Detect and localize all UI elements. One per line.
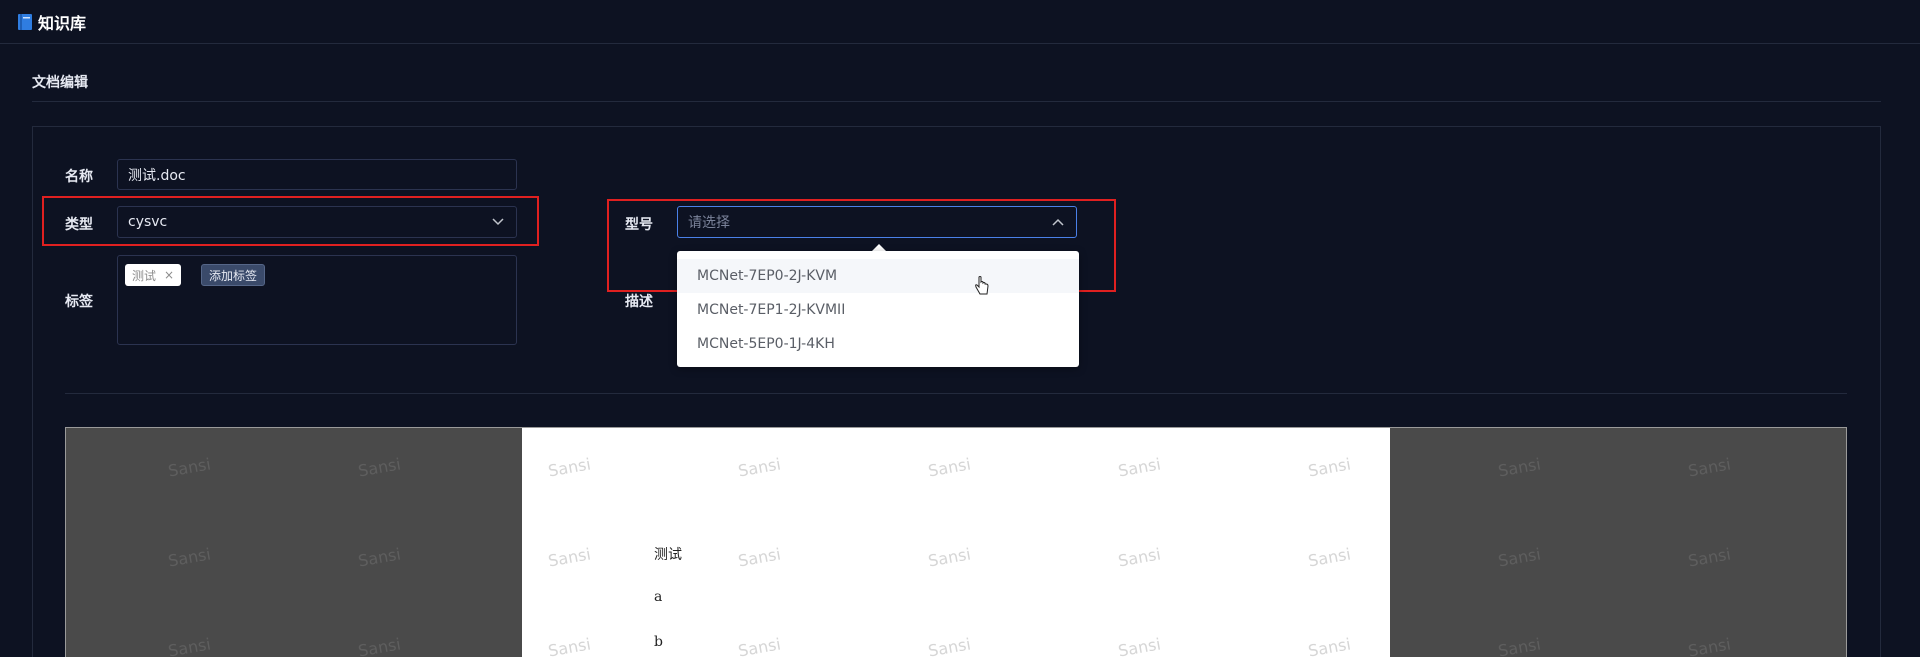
chevron-down-icon [492,218,504,226]
watermark: Sansi [166,634,213,657]
watermark: Sansi [1496,634,1543,657]
watermark: Sansi [166,544,213,571]
model-select[interactable]: 请选择 [677,206,1077,238]
tag-label: 测试 [132,268,157,283]
document-text-line: b [654,634,663,650]
name-label: 名称 [65,169,93,185]
name-input[interactable]: 测试.doc [117,159,517,190]
watermark: Sansi [1686,634,1733,657]
close-icon[interactable]: × [164,268,174,282]
tag-item: 测试 × [125,264,182,286]
app-title: 知识库 [38,13,87,33]
hand-cursor-icon [975,276,989,295]
chevron-up-icon [1052,218,1064,226]
model-option[interactable]: MCNet-7EP1-2J-KVMII [677,293,1079,327]
model-option[interactable]: MCNet-7EP0-2J-KVM [677,259,1079,293]
section-divider [32,101,1881,102]
model-dropdown: MCNet-7EP0-2J-KVM MCNet-7EP1-2J-KVMII MC… [677,251,1079,367]
watermark: Sansi [356,544,403,571]
document-text-line: 测试 [654,547,682,563]
watermark: Sansi [1686,454,1733,481]
watermark: Sansi [166,454,213,481]
model-option[interactable]: MCNet-5EP0-1J-4KH [677,327,1079,361]
content-divider [65,393,1847,394]
top-bar: 知识库 [0,0,1920,44]
watermark: Sansi [1686,544,1733,571]
watermark: Sansi [1496,544,1543,571]
section-title: 文档编辑 [32,75,88,91]
tags-label: 标签 [65,294,93,310]
model-placeholder: 请选择 [688,215,730,231]
add-tag-button[interactable]: 添加标签 [201,264,266,286]
watermark: Sansi [356,634,403,657]
model-label: 型号 [625,217,653,233]
watermark: Sansi [1496,454,1543,481]
document-preview: Sansi Sansi Sansi Sansi Sansi Sansi Sans… [65,427,1847,657]
type-select[interactable]: cysvc [117,206,517,238]
type-value: cysvc [128,214,168,230]
book-icon [18,13,32,30]
description-label: 描述 [625,294,653,310]
watermark: Sansi [356,454,403,481]
type-label: 类型 [65,217,93,233]
name-value: 测试.doc [128,167,186,184]
document-text-line: a [654,589,663,605]
